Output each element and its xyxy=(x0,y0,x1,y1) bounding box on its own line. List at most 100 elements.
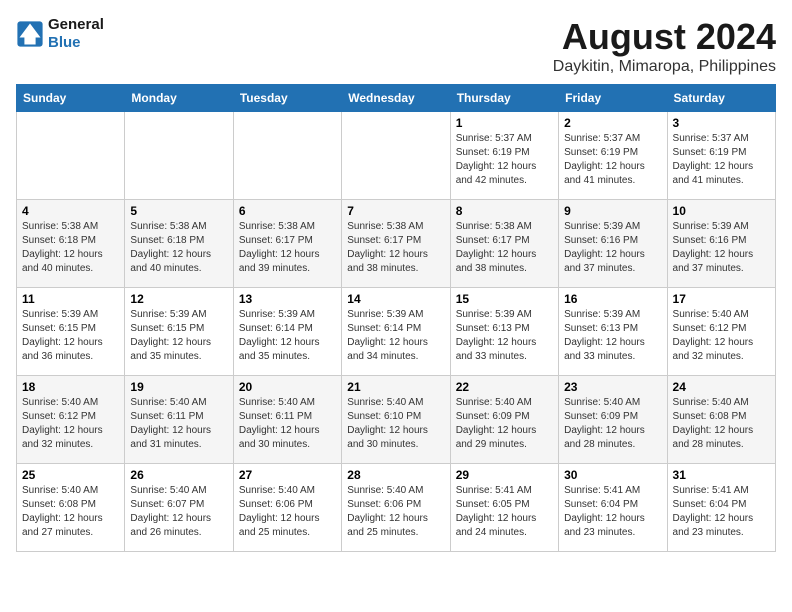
day-number: 11 xyxy=(22,292,119,306)
cell-content: Sunrise: 5:41 AMSunset: 6:04 PMDaylight:… xyxy=(564,484,661,540)
calendar-cell: 27 Sunrise: 5:40 AMSunset: 6:06 PMDayligh… xyxy=(233,464,341,552)
day-number: 10 xyxy=(673,204,770,218)
cell-content: Sunrise: 5:39 AMSunset: 6:15 PMDaylight:… xyxy=(130,308,227,364)
cell-content: Sunrise: 5:40 AMSunset: 6:11 PMDaylight:… xyxy=(239,396,336,452)
calendar-table: Sunday Monday Tuesday Wednesday Thursday… xyxy=(16,84,776,552)
cell-content: Sunrise: 5:40 AMSunset: 6:12 PMDaylight:… xyxy=(22,396,119,452)
calendar-cell: 9 Sunrise: 5:39 AMSunset: 6:16 PMDaylight… xyxy=(559,200,667,288)
logo-text: General Blue xyxy=(48,16,104,52)
calendar-cell: 29 Sunrise: 5:41 AMSunset: 6:05 PMDayligh… xyxy=(450,464,558,552)
calendar-cell: 5 Sunrise: 5:38 AMSunset: 6:18 PMDaylight… xyxy=(125,200,233,288)
day-number: 14 xyxy=(347,292,444,306)
calendar-cell: 14 Sunrise: 5:39 AMSunset: 6:14 PMDayligh… xyxy=(342,288,450,376)
calendar-cell: 6Sunrise: 5:38 AMSunset: 6:17 PMDaylight… xyxy=(233,200,341,288)
col-friday: Friday xyxy=(559,85,667,112)
day-number: 2 xyxy=(564,116,661,130)
day-number: 27 xyxy=(239,468,336,482)
logo: General Blue xyxy=(16,16,104,52)
week-row-4: 18 Sunrise: 5:40 AMSunset: 6:12 PMDayligh… xyxy=(17,376,776,464)
calendar-cell: 13Sunrise: 5:39 AMSunset: 6:14 PMDayligh… xyxy=(233,288,341,376)
day-number: 17 xyxy=(673,292,770,306)
calendar-cell: 1 Sunrise: 5:37 AMSunset: 6:19 PMDaylight… xyxy=(450,112,558,200)
calendar-cell: 8Sunrise: 5:38 AMSunset: 6:17 PMDaylight… xyxy=(450,200,558,288)
day-number: 7 xyxy=(347,204,444,218)
day-number: 1 xyxy=(456,116,553,130)
calendar-cell: 25 Sunrise: 5:40 AMSunset: 6:08 PMDayligh… xyxy=(17,464,125,552)
calendar-cell: 18 Sunrise: 5:40 AMSunset: 6:12 PMDayligh… xyxy=(17,376,125,464)
day-number: 21 xyxy=(347,380,444,394)
calendar-cell: 16 Sunrise: 5:39 AMSunset: 6:13 PMDayligh… xyxy=(559,288,667,376)
day-number: 15 xyxy=(456,292,553,306)
calendar-cell xyxy=(342,112,450,200)
calendar-cell: 23 Sunrise: 5:40 AMSunset: 6:09 PMDayligh… xyxy=(559,376,667,464)
week-row-1: 1 Sunrise: 5:37 AMSunset: 6:19 PMDaylight… xyxy=(17,112,776,200)
day-number: 8 xyxy=(456,204,553,218)
cell-content: Sunrise: 5:39 AMSunset: 6:13 PMDaylight:… xyxy=(564,308,661,364)
calendar-cell: 11Sunrise: 5:39 AMSunset: 6:15 PMDayligh… xyxy=(17,288,125,376)
cell-content: Sunrise: 5:38 AMSunset: 6:18 PMDaylight:… xyxy=(130,220,227,276)
day-number: 23 xyxy=(564,380,661,394)
col-saturday: Saturday xyxy=(667,85,775,112)
cell-content: Sunrise: 5:38 AMSunset: 6:17 PMDaylight:… xyxy=(347,220,444,276)
subtitle: Daykitin, Mimaropa, Philippines xyxy=(553,58,776,76)
calendar-cell: 30 Sunrise: 5:41 AMSunset: 6:04 PMDayligh… xyxy=(559,464,667,552)
day-number: 28 xyxy=(347,468,444,482)
page-header: General Blue August 2024 Daykitin, Mimar… xyxy=(16,16,776,76)
cell-content: Sunrise: 5:40 AMSunset: 6:06 PMDaylight:… xyxy=(239,484,336,540)
day-number: 4 xyxy=(22,204,119,218)
cell-content: Sunrise: 5:38 AMSunset: 6:18 PMDaylight:… xyxy=(22,220,119,276)
day-number: 9 xyxy=(564,204,661,218)
col-thursday: Thursday xyxy=(450,85,558,112)
cell-content: Sunrise: 5:39 AMSunset: 6:14 PMDaylight:… xyxy=(347,308,444,364)
week-row-2: 4 Sunrise: 5:38 AMSunset: 6:18 PMDaylight… xyxy=(17,200,776,288)
day-number: 19 xyxy=(130,380,227,394)
day-number: 25 xyxy=(22,468,119,482)
day-number: 20 xyxy=(239,380,336,394)
title-section: August 2024 Daykitin, Mimaropa, Philippi… xyxy=(553,16,776,76)
calendar-cell: 24Sunrise: 5:40 AMSunset: 6:08 PMDayligh… xyxy=(667,376,775,464)
day-number: 26 xyxy=(130,468,227,482)
logo-icon xyxy=(16,20,44,48)
col-wednesday: Wednesday xyxy=(342,85,450,112)
calendar-cell xyxy=(125,112,233,200)
day-number: 13 xyxy=(239,292,336,306)
cell-content: Sunrise: 5:37 AMSunset: 6:19 PMDaylight:… xyxy=(673,132,770,188)
day-number: 5 xyxy=(130,204,227,218)
day-number: 16 xyxy=(564,292,661,306)
day-number: 22 xyxy=(456,380,553,394)
cell-content: Sunrise: 5:40 AMSunset: 6:08 PMDaylight:… xyxy=(673,396,770,452)
cell-content: Sunrise: 5:40 AMSunset: 6:08 PMDaylight:… xyxy=(22,484,119,540)
day-number: 31 xyxy=(673,468,770,482)
cell-content: Sunrise: 5:40 AMSunset: 6:09 PMDaylight:… xyxy=(564,396,661,452)
cell-content: Sunrise: 5:40 AMSunset: 6:09 PMDaylight:… xyxy=(456,396,553,452)
calendar-cell: 28 Sunrise: 5:40 AMSunset: 6:06 PMDayligh… xyxy=(342,464,450,552)
calendar-cell: 26 Sunrise: 5:40 AMSunset: 6:07 PMDayligh… xyxy=(125,464,233,552)
week-row-5: 25 Sunrise: 5:40 AMSunset: 6:08 PMDayligh… xyxy=(17,464,776,552)
day-number: 18 xyxy=(22,380,119,394)
cell-content: Sunrise: 5:41 AMSunset: 6:05 PMDaylight:… xyxy=(456,484,553,540)
col-monday: Monday xyxy=(125,85,233,112)
cell-content: Sunrise: 5:39 AMSunset: 6:16 PMDaylight:… xyxy=(564,220,661,276)
week-row-3: 11 Sunrise: 5:39 AMSunset: 6:15 PMDayligh… xyxy=(17,288,776,376)
calendar-cell: 10Sunrise: 5:39 AMSunset: 6:16 PMDayligh… xyxy=(667,200,775,288)
calendar-cell: 17Sunrise: 5:40 AMSunset: 6:12 PMDayligh… xyxy=(667,288,775,376)
day-number: 29 xyxy=(456,468,553,482)
calendar-cell: 12Sunrise: 5:39 AMSunset: 6:15 PMDayligh… xyxy=(125,288,233,376)
col-sunday: Sunday xyxy=(17,85,125,112)
day-number: 30 xyxy=(564,468,661,482)
cell-content: Sunrise: 5:40 AMSunset: 6:11 PMDaylight:… xyxy=(130,396,227,452)
cell-content: Sunrise: 5:40 AMSunset: 6:10 PMDaylight:… xyxy=(347,396,444,452)
day-number: 3 xyxy=(673,116,770,130)
calendar-cell: 15 Sunrise: 5:39 AMSunset: 6:13 PMDayligh… xyxy=(450,288,558,376)
calendar-cell: 21 Sunrise: 5:40 AMSunset: 6:10 PMDayligh… xyxy=(342,376,450,464)
cell-content: Sunrise: 5:39 AMSunset: 6:13 PMDaylight:… xyxy=(456,308,553,364)
calendar-cell xyxy=(233,112,341,200)
cell-content: Sunrise: 5:40 AMSunset: 6:06 PMDaylight:… xyxy=(347,484,444,540)
main-title: August 2024 xyxy=(553,16,776,58)
calendar-cell: 20 Sunrise: 5:40 AMSunset: 6:11 PMDayligh… xyxy=(233,376,341,464)
col-tuesday: Tuesday xyxy=(233,85,341,112)
calendar-cell: 3 Sunrise: 5:37 AMSunset: 6:19 PMDaylight… xyxy=(667,112,775,200)
cell-content: Sunrise: 5:37 AMSunset: 6:19 PMDaylight:… xyxy=(456,132,553,188)
cell-content: Sunrise: 5:40 AMSunset: 6:07 PMDaylight:… xyxy=(130,484,227,540)
cell-content: Sunrise: 5:37 AMSunset: 6:19 PMDaylight:… xyxy=(564,132,661,188)
